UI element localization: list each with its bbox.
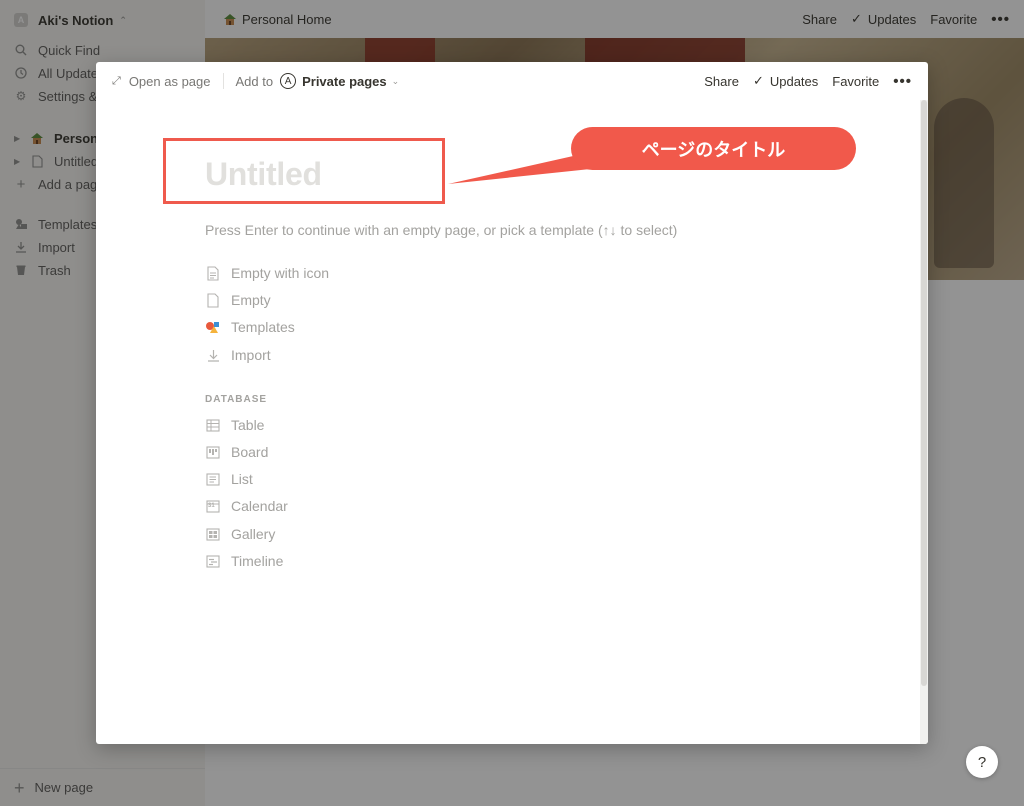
annotation-pointer [448,150,600,184]
annotation-callout: ページのタイトル [571,127,856,170]
help-button[interactable]: ? [966,746,998,778]
annotation-highlight-box [163,138,445,204]
